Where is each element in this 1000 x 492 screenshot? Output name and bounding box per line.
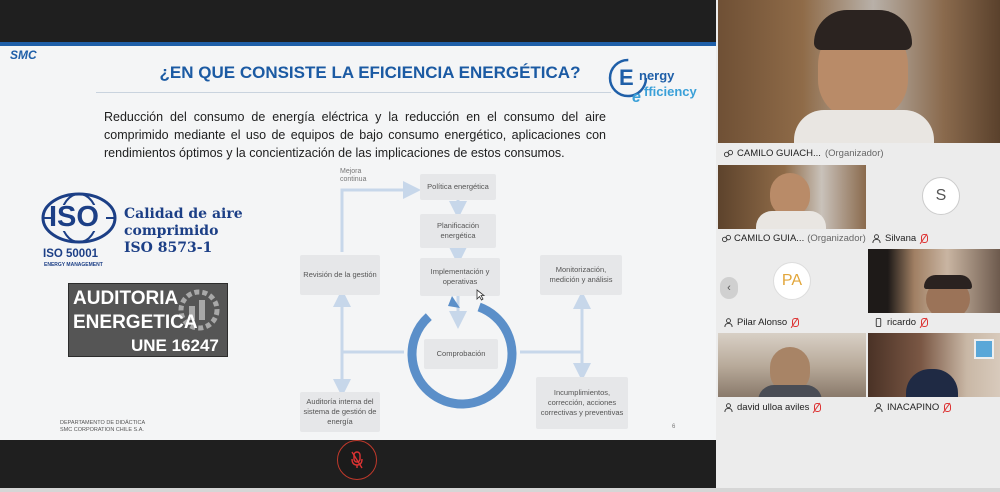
participant-label-pilar: Pilar Alonso [724, 317, 800, 328]
auditoria-line-1: AUDITORIA [73, 288, 179, 309]
box-politica-energetica: Política energética [420, 174, 496, 200]
mic-muted-icon [813, 402, 822, 413]
participant-label-ricardo: ricardo [874, 317, 929, 328]
energy-efficiency-logo: E e nergy fficiency [606, 52, 710, 106]
slide-page-number: 6 [672, 424, 676, 430]
mute-toggle-button[interactable] [337, 440, 377, 480]
mic-muted-icon [920, 233, 929, 244]
wall-picture [974, 339, 994, 359]
smc-logo: SMC [10, 48, 37, 62]
participant-label-david: david ulloa aviles [724, 402, 822, 413]
box-auditoria-interna: Auditoría interna del sistema de gestión… [300, 392, 380, 432]
box-monitorizacion: Monitorización, medición y análisis [540, 255, 622, 295]
svg-text:E: E [619, 65, 634, 90]
mic-muted-icon [351, 451, 363, 469]
auditoria-line-3: UNE 16247 [131, 336, 219, 355]
chevron-left-icon: ‹ [727, 282, 731, 294]
box-planificacion-energetica: Planificación energética [420, 214, 496, 248]
person-icon [724, 403, 733, 412]
calidad-aire-text: Calidad de aire comprimido ISO 8573-1 [124, 206, 243, 257]
participant-role: (Organizador) [824, 148, 884, 159]
box-incumplimientos: Incumplimientos, corrección, acciones co… [536, 377, 628, 429]
participant-name: CAMILO GUIA... [734, 233, 805, 244]
iso-subtitle: ENERGY MANAGEMENT [44, 262, 103, 268]
mejora-line-1: Mejora [340, 168, 362, 175]
svg-text:e: e [632, 89, 641, 104]
person-hair [814, 10, 912, 50]
calidad-line-2: comprimido [124, 223, 219, 239]
iso-text: ISO [49, 201, 99, 233]
participant-name: CAMILO GUIACH... [737, 148, 821, 159]
person-icon [874, 403, 883, 412]
slide-body-text: Reducción del consumo de energía eléctri… [104, 110, 606, 160]
auditoria-energetica-badge: AUDITORIA ENERGETICA UNE 16247 [68, 283, 228, 357]
person-hair [924, 275, 972, 289]
slide-top-bar [0, 42, 716, 46]
box-implementacion: Implementación y operativas [420, 258, 500, 296]
mejora-continua-label: Mejora continua [340, 168, 366, 184]
participant-role: (Organizador) [807, 233, 866, 244]
participant-label-main: CAMILO GUIACH... (Organizador) [724, 148, 884, 159]
participant-name: INACAPINO [887, 402, 940, 413]
ee-logo-line2: fficiency [644, 84, 697, 99]
participant-name: ricardo [887, 317, 917, 328]
footer-line-2: SMC CORPORATION CHILE S.A. [60, 427, 144, 433]
slide-footer: DEPARTAMENTO DE DIDÁCTICA SMC CORPORATIO… [60, 420, 145, 434]
phone-icon [875, 318, 882, 327]
organizer-icon [722, 234, 731, 243]
person-icon [872, 234, 881, 243]
mic-muted-icon [791, 317, 800, 328]
person-icon [724, 318, 733, 327]
footer-line-1: DEPARTAMENTO DE DIDÁCTICA [60, 420, 146, 426]
collapse-panel-button[interactable]: ‹ [720, 277, 738, 299]
participant-name: david ulloa aviles [737, 402, 810, 413]
avatar: PA [773, 262, 811, 300]
auditoria-line-2: ENERGETICA [73, 312, 198, 333]
title-underline [96, 92, 611, 93]
participant-name: Silvana [885, 233, 917, 244]
box-comprobacion: Comprobación [424, 339, 498, 369]
mejora-line-2: continua [340, 176, 367, 183]
participant-video-camilo-main[interactable]: CAMILO GUIACH... (Organizador) [718, 0, 1000, 165]
participant-name: Pilar Alonso [737, 317, 788, 328]
ee-logo-line1: nergy [639, 68, 675, 83]
participant-label-inacapino: INACAPINO [874, 402, 952, 413]
organizer-icon [724, 149, 733, 158]
slide-title: ¿EN QUE CONSISTE LA EFICIENCIA ENERGÉTIC… [159, 63, 581, 82]
calidad-line-1: Calidad de aire [124, 206, 243, 222]
mic-muted-icon [920, 317, 929, 328]
iso-number: ISO 50001 [43, 248, 98, 260]
avatar: S [922, 177, 960, 215]
box-revision-gestion: Revisión de la gestión [300, 255, 380, 295]
mic-muted-icon [943, 402, 952, 413]
bottom-strip [0, 488, 1000, 492]
calidad-line-3: ISO 8573-1 [124, 240, 213, 256]
participant-label-silvana: Silvana [872, 233, 929, 244]
mouse-cursor-icon [476, 289, 486, 301]
participant-label-camilo-small: CAMILO GUIA... (Organizador) [722, 233, 866, 244]
iso-50001-logo: ISO ISO 50001 ENERGY MANAGEMENT [38, 192, 120, 270]
